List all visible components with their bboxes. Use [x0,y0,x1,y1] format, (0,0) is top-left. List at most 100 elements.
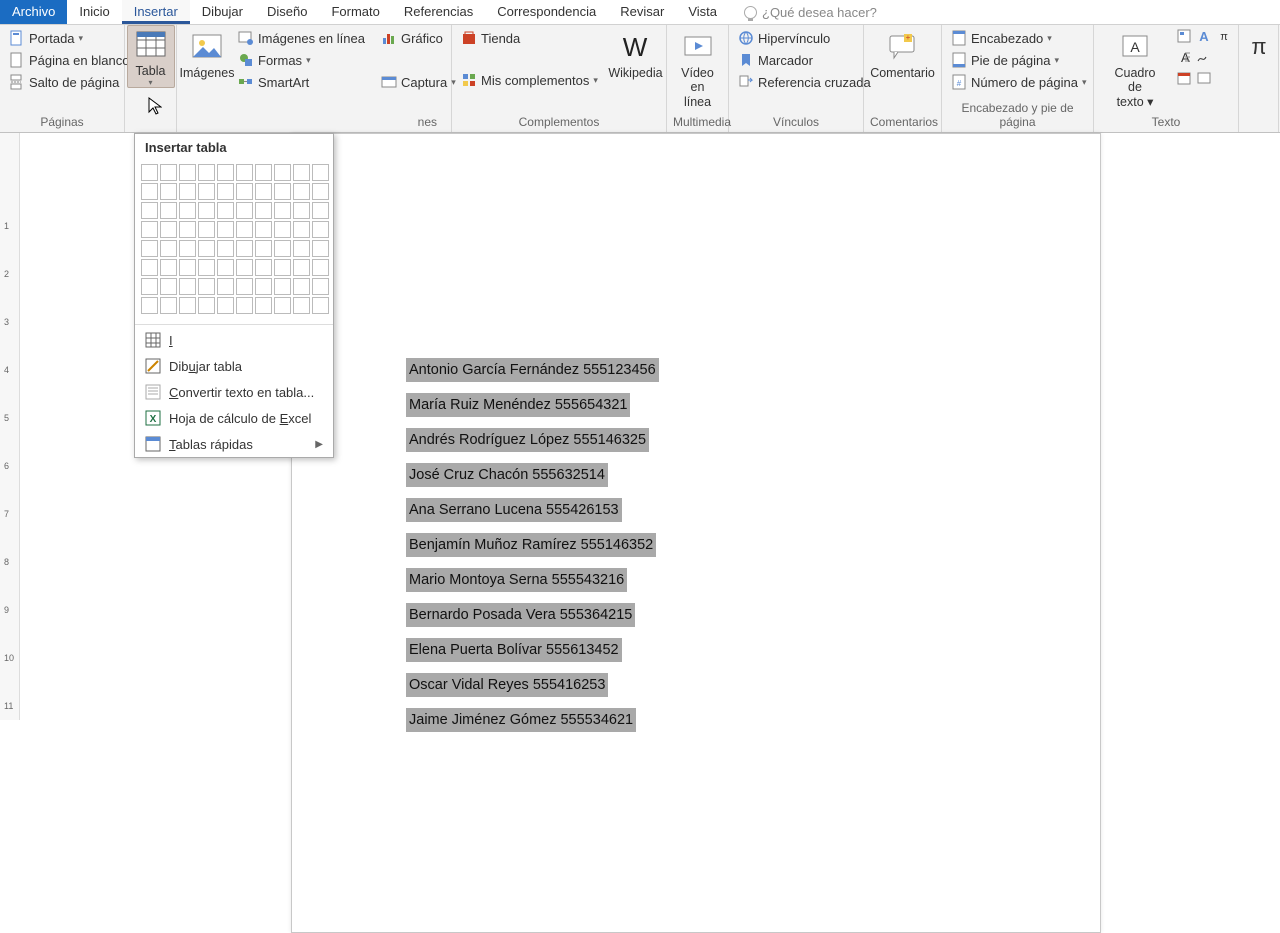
grid-cell[interactable] [160,221,177,238]
selected-text-line[interactable]: Bernardo Posada Vera 555364215 [406,603,635,627]
grid-cell[interactable] [217,278,234,295]
selected-text-line[interactable]: Mario Montoya Serna 555543216 [406,568,627,592]
grid-cell[interactable] [255,278,272,295]
blank-page-button[interactable]: Página en blanco [6,50,132,70]
selected-text-line[interactable]: Jaime Jiménez Gómez 555534621 [406,708,636,732]
grid-cell[interactable] [236,240,253,257]
grid-cell[interactable] [236,297,253,314]
page-break-button[interactable]: Salto de página [6,72,132,92]
grid-cell[interactable] [179,221,196,238]
grid-cell[interactable] [160,259,177,276]
grid-cell[interactable] [312,202,329,219]
grid-cell[interactable] [274,259,291,276]
grid-cell[interactable] [236,202,253,219]
grid-cell[interactable] [179,278,196,295]
grid-cell[interactable] [293,164,310,181]
footer-button[interactable]: Pie de página [948,50,1090,70]
grid-cell[interactable] [312,278,329,295]
grid-cell[interactable] [179,183,196,200]
grid-cell[interactable] [293,297,310,314]
grid-cell[interactable] [312,259,329,276]
tab-home[interactable]: Inicio [67,0,121,24]
wordart-icon[interactable]: A [1196,28,1212,44]
grid-cell[interactable] [160,183,177,200]
grid-cell[interactable] [255,183,272,200]
grid-cell[interactable] [236,164,253,181]
grid-cell[interactable] [293,259,310,276]
selected-text-line[interactable]: Elena Puerta Bolívar 555613452 [406,638,622,662]
equation-button[interactable]: π [1235,28,1280,64]
grid-cell[interactable] [198,240,215,257]
grid-cell[interactable] [198,202,215,219]
store-button[interactable]: Tienda [458,28,601,48]
shapes-button[interactable]: Formas [235,50,368,70]
smartart-button[interactable]: SmartArt [235,72,368,92]
grid-cell[interactable] [217,221,234,238]
grid-cell[interactable] [141,221,158,238]
grid-cell[interactable] [293,183,310,200]
grid-cell[interactable] [217,259,234,276]
grid-cell[interactable] [198,278,215,295]
grid-cell[interactable] [293,240,310,257]
header-button[interactable]: Encabezado [948,28,1090,48]
grid-cell[interactable] [198,164,215,181]
dropcap-icon[interactable]: A [1176,49,1192,65]
grid-cell[interactable] [141,202,158,219]
grid-cell[interactable] [141,183,158,200]
grid-cell[interactable] [198,297,215,314]
selected-text-line[interactable]: Andrés Rodríguez López 555146325 [406,428,649,452]
object-icon[interactable] [1196,70,1212,86]
grid-cell[interactable] [312,221,329,238]
images-button[interactable]: Imágenes [183,28,231,80]
tab-file[interactable]: Archivo [0,0,67,24]
equation-mini-icon[interactable]: π [1216,28,1232,44]
grid-cell[interactable] [312,240,329,257]
selected-text-line[interactable]: Benjamín Muñoz Ramírez 555146352 [406,533,656,557]
tell-me[interactable]: ¿Qué desea hacer? [744,5,877,20]
table-size-grid[interactable] [135,161,333,322]
grid-cell[interactable] [312,183,329,200]
convert-text-menuitem[interactable]: Convertir texto en tabla... [135,379,333,405]
table-button[interactable]: Tabla ▾ [127,25,175,88]
draw-table-menuitem[interactable]: Dibujar tabla [135,353,333,379]
tab-insert[interactable]: Insertar [122,0,190,24]
tab-references[interactable]: Referencias [392,0,485,24]
grid-cell[interactable] [160,297,177,314]
grid-cell[interactable] [179,164,196,181]
grid-cell[interactable] [274,221,291,238]
signature-icon[interactable] [1196,49,1212,65]
grid-cell[interactable] [274,240,291,257]
grid-cell[interactable] [179,259,196,276]
selected-text-line[interactable]: Antonio García Fernández 555123456 [406,358,659,382]
my-addins-button[interactable]: Mis complementos [458,70,601,90]
quick-tables-menuitem[interactable]: Tablas rápidas ▶ [135,431,333,457]
grid-cell[interactable] [255,259,272,276]
hyperlink-button[interactable]: Hipervínculo [735,28,874,48]
grid-cell[interactable] [141,164,158,181]
online-images-button[interactable]: Imágenes en línea [235,28,368,48]
cover-page-button[interactable]: Portada [6,28,132,48]
grid-cell[interactable] [274,183,291,200]
grid-cell[interactable] [236,278,253,295]
grid-cell[interactable] [217,183,234,200]
grid-cell[interactable] [255,297,272,314]
grid-cell[interactable] [255,240,272,257]
selected-text-line[interactable]: María Ruiz Menéndez 555654321 [406,393,630,417]
tab-draw[interactable]: Dibujar [190,0,255,24]
selected-text-line[interactable]: José Cruz Chacón 555632514 [406,463,608,487]
screenshot-button[interactable]: Captura [378,72,459,92]
grid-cell[interactable] [236,183,253,200]
grid-cell[interactable] [236,221,253,238]
grid-cell[interactable] [160,164,177,181]
grid-cell[interactable] [198,259,215,276]
insert-table-menuitem[interactable]: I [135,327,333,353]
crossref-button[interactable]: Referencia cruzada [735,72,874,92]
tab-format[interactable]: Formato [319,0,391,24]
grid-cell[interactable] [160,240,177,257]
grid-cell[interactable] [141,297,158,314]
grid-cell[interactable] [274,164,291,181]
comment-button[interactable]: + Comentario [870,28,935,80]
grid-cell[interactable] [141,278,158,295]
wikipedia-button[interactable]: W Wikipedia [611,28,660,80]
tab-view[interactable]: Vista [676,0,729,24]
